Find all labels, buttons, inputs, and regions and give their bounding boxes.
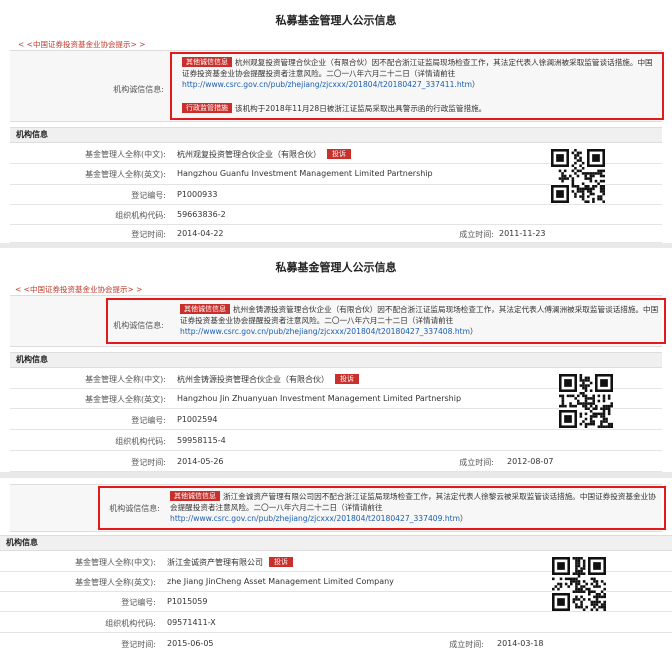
value-name-cn: 浙江金诚资产管理有限公司 投诉 bbox=[167, 557, 293, 568]
manager-panel-2: 私募基金管理人公示信息 < <中国证券投资基金业协会提示> > 机构诚信信息: … bbox=[0, 248, 672, 472]
value-org-code: 09571411-X bbox=[167, 618, 216, 627]
label-org-code: 组织机构代码: bbox=[115, 437, 166, 446]
credit-detail-link[interactable]: http://www.csrc.gov.cn/pub/zhejiang/zjcx… bbox=[180, 327, 470, 336]
tag-other-integrity: 其他诚信信息 bbox=[170, 491, 220, 501]
value-reg-no: P1000933 bbox=[177, 190, 218, 199]
label-org-code: 组织机构代码: bbox=[105, 619, 156, 628]
value-name-en: zhe Jiang JinCheng Asset Management Limi… bbox=[167, 577, 394, 586]
manager-panel-3: 机构诚信信息: 其他诚信信息 浙江金诚资产管理有限公司因不配合浙江证监局现场检查工… bbox=[0, 478, 672, 654]
complaint-button[interactable]: 投诉 bbox=[269, 557, 293, 567]
value-est-time: 2011-11-23 bbox=[499, 229, 546, 238]
value-org-code: 59663836-2 bbox=[177, 210, 226, 219]
credit-text-admin: 行政监管措施 该机构于2018年11月28日被浙江证监局采取出具警示函的行政监管措… bbox=[182, 103, 660, 114]
section-title: 机构信息 bbox=[10, 352, 662, 368]
credit-text-other: 其他诚信信息 杭州观复投资管理合伙企业（有限合伙）因不配合浙江证监局现场检查工作，… bbox=[182, 57, 653, 89]
manager-panel-1: 私募基金管理人公示信息 < <中国证券投资基金业协会提示> > 机构诚信信息: … bbox=[0, 0, 672, 243]
label-name-en: 基金管理人全称(英文): bbox=[85, 395, 166, 404]
label-est-time: 成立时间: bbox=[449, 640, 484, 649]
association-hint-link[interactable]: < <中国证券投资基金业协会提示> > bbox=[18, 39, 145, 50]
complaint-button[interactable]: 投诉 bbox=[335, 374, 359, 384]
label-reg-time: 登记时间: bbox=[131, 458, 166, 467]
value-reg-no: P1002594 bbox=[177, 415, 218, 424]
credit-text-other: 其他诚信信息 杭州金铸源投资管理合伙企业（有限合伙）因不配合浙江证监局现场检查工作… bbox=[180, 304, 659, 336]
value-reg-time: 2015-06-05 bbox=[167, 639, 214, 648]
value-name-en: Hangzhou Guanfu Investment Management Li… bbox=[177, 169, 433, 178]
value-est-time: 2014-03-18 bbox=[497, 639, 544, 648]
label-reg-time: 登记时间: bbox=[131, 230, 166, 239]
label-name-cn: 基金管理人全称(中文): bbox=[85, 150, 166, 159]
label-reg-no: 登记编号: bbox=[131, 191, 166, 200]
tag-admin-measure: 行政监管措施 bbox=[182, 103, 232, 113]
value-org-code: 59958115-4 bbox=[177, 436, 226, 445]
label-reg-no: 登记编号: bbox=[131, 416, 166, 425]
qr-code-icon bbox=[559, 374, 613, 428]
qr-code-icon bbox=[551, 149, 605, 203]
section-title: 机构信息 bbox=[10, 127, 662, 143]
credit-text-other: 其他诚信信息 浙江金诚资产管理有限公司因不配合浙江证监局现场检查工作，其法定代表人… bbox=[170, 491, 656, 523]
label-reg-time: 登记时间: bbox=[121, 640, 156, 649]
label-est-time: 成立时间: bbox=[459, 458, 494, 467]
value-est-time: 2012-08-07 bbox=[507, 457, 554, 466]
label-name-cn: 基金管理人全称(中文): bbox=[75, 558, 156, 567]
value-reg-time: 2014-04-22 bbox=[177, 229, 224, 238]
qr-code-icon bbox=[552, 557, 606, 611]
tag-other-integrity: 其他诚信信息 bbox=[180, 304, 230, 314]
credit-detail-link[interactable]: http://www.csrc.gov.cn/pub/zhejiang/zjcx… bbox=[182, 80, 472, 89]
page-title: 私募基金管理人公示信息 bbox=[275, 14, 397, 27]
value-name-cn: 杭州观复投资管理合伙企业（有限合伙） 投诉 bbox=[177, 149, 351, 160]
tag-other-integrity: 其他诚信信息 bbox=[182, 57, 232, 67]
label-name-en: 基金管理人全称(英文): bbox=[75, 578, 156, 587]
value-name-cn: 杭州金铸源投资管理合伙企业（有限合伙） 投诉 bbox=[177, 374, 359, 385]
credit-info-label: 机构诚信信息: bbox=[113, 85, 164, 94]
value-reg-no: P1015059 bbox=[167, 597, 208, 606]
label-reg-no: 登记编号: bbox=[121, 598, 156, 607]
label-name-en: 基金管理人全称(英文): bbox=[85, 170, 166, 179]
association-hint-link[interactable]: < <中国证券投资基金业协会提示> > bbox=[15, 284, 142, 295]
label-name-cn: 基金管理人全称(中文): bbox=[85, 375, 166, 384]
label-org-code: 组织机构代码: bbox=[115, 211, 166, 220]
complaint-button[interactable]: 投诉 bbox=[327, 149, 351, 159]
value-name-en: Hangzhou Jin Zhuanyuan Investment Manage… bbox=[177, 394, 462, 403]
label-est-time: 成立时间: bbox=[459, 230, 494, 239]
credit-detail-link[interactable]: http://www.csrc.gov.cn/pub/zhejiang/zjcx… bbox=[170, 514, 460, 523]
page-title: 私募基金管理人公示信息 bbox=[275, 261, 397, 274]
section-title: 机构信息 bbox=[0, 535, 672, 551]
value-reg-time: 2014-05-26 bbox=[177, 457, 224, 466]
